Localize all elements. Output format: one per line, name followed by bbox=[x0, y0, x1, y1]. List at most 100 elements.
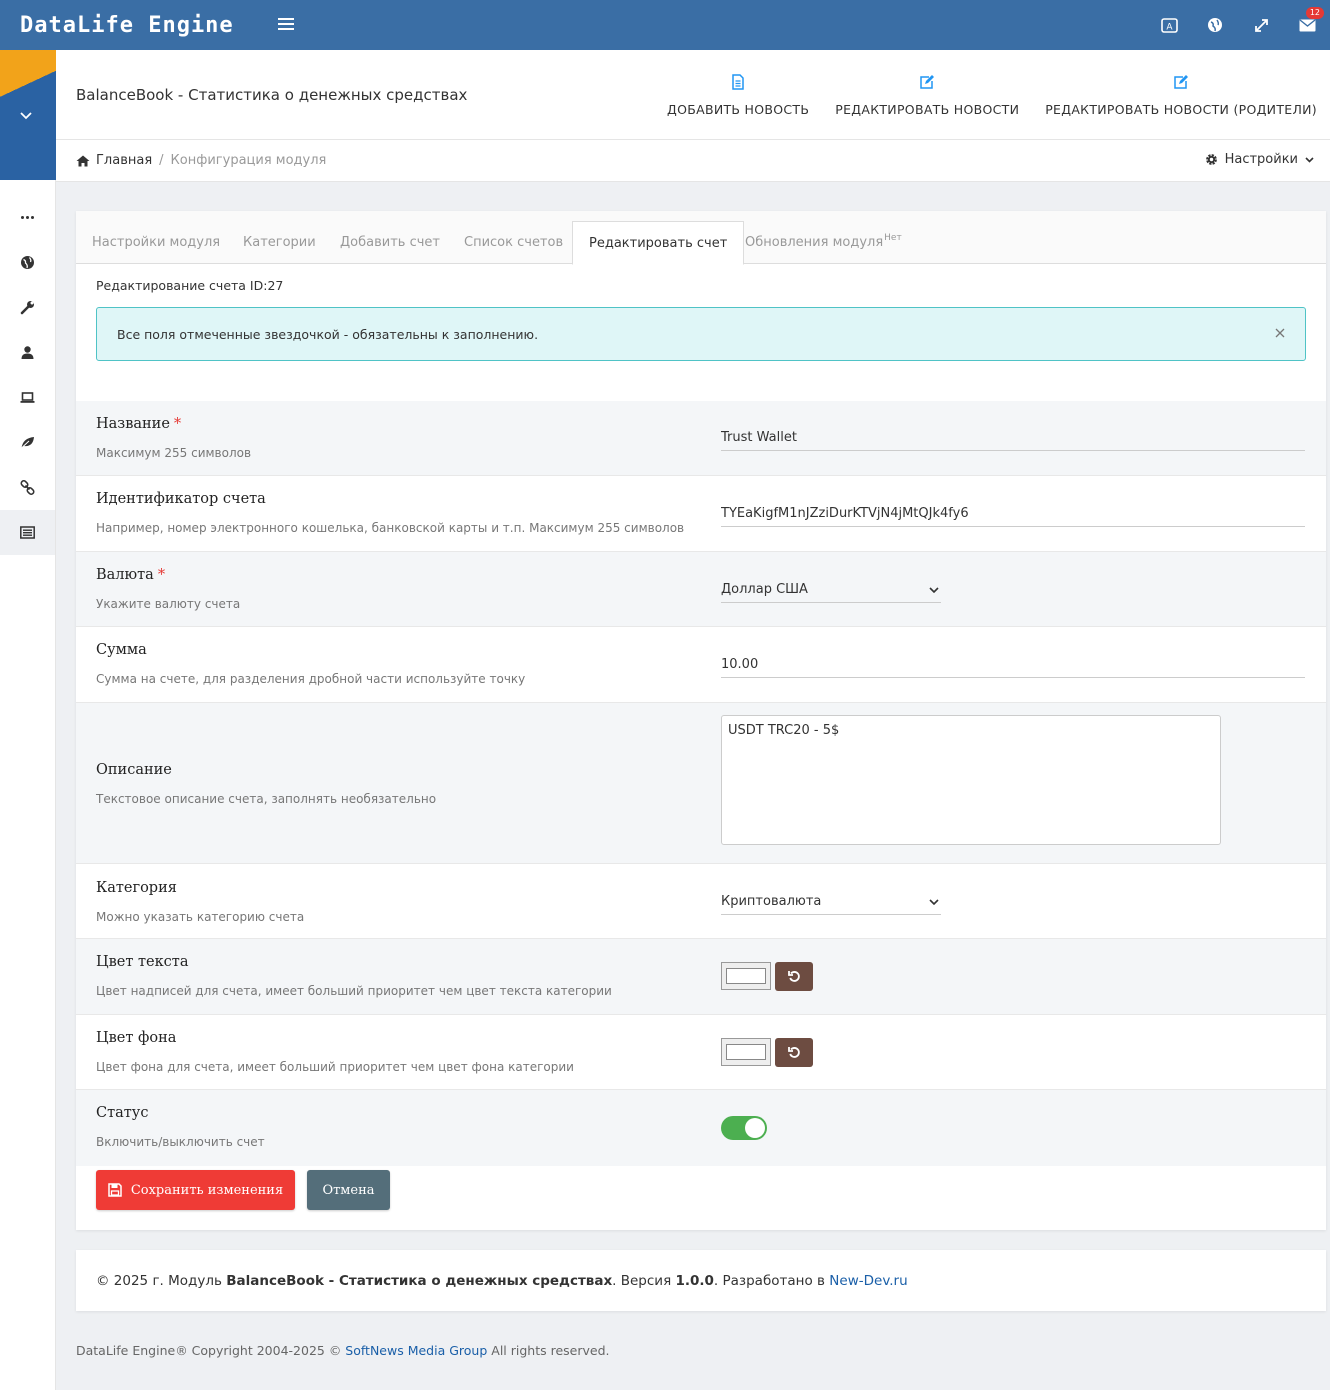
expand-icon bbox=[1254, 18, 1268, 32]
save-button-label: Сохранить изменения bbox=[130, 1182, 284, 1198]
chevron-down-icon bbox=[929, 586, 939, 593]
edit-news-button[interactable]: РЕДАКТИРОВАТЬ НОВОСТИ bbox=[822, 50, 1032, 140]
sidebar-item-modules[interactable] bbox=[0, 510, 55, 555]
edit-account-card: Настройки модуля Категории Добавить счет… bbox=[76, 211, 1326, 1230]
copyright: DataLife Engine® Copyright 2004-2025 © S… bbox=[76, 1343, 610, 1358]
field-description: Текстовое описание счета, заполнять необ… bbox=[96, 792, 437, 806]
breadcrumb-bar: Главная / Конфигурация модуля Настройки bbox=[56, 140, 1330, 182]
close-icon[interactable] bbox=[1275, 326, 1285, 342]
description-textarea[interactable]: USDT TRC20 - 5$ bbox=[721, 715, 1221, 845]
breadcrumb-home-label: Главная bbox=[96, 153, 153, 168]
copyright-suffix: All rights reserved. bbox=[487, 1343, 610, 1358]
add-news-label: ДОБАВИТЬ НОВОСТЬ bbox=[667, 101, 810, 117]
softnews-link[interactable]: SoftNews Media Group bbox=[345, 1343, 487, 1358]
name-input[interactable] bbox=[721, 425, 1305, 451]
chevron-down-icon bbox=[20, 108, 32, 124]
floppy-disk-icon bbox=[108, 1183, 122, 1197]
developer-link[interactable]: New-Dev.ru bbox=[829, 1273, 907, 1289]
tab-edit-account[interactable]: Редактировать счет bbox=[572, 221, 745, 265]
required-mark: * bbox=[157, 567, 166, 583]
undo-icon bbox=[787, 1047, 800, 1058]
top-navbar: DataLife Engine A 12 bbox=[0, 0, 1330, 50]
sidebar-item-tools[interactable] bbox=[0, 285, 55, 330]
add-news-button[interactable]: ДОБАВИТЬ НОВОСТЬ bbox=[654, 50, 822, 140]
chevron-down-icon bbox=[1305, 156, 1314, 163]
amount-input[interactable] bbox=[721, 652, 1305, 678]
messages-button[interactable]: 12 bbox=[1284, 0, 1330, 50]
sidebar-item-optimization[interactable] bbox=[0, 420, 55, 465]
category-selected-value: Криптовалюта bbox=[721, 894, 822, 909]
sidebar-item-integrations[interactable] bbox=[0, 465, 55, 510]
footer-dev-label: . Разработано в bbox=[713, 1272, 830, 1289]
text-color-reset-button[interactable] bbox=[775, 962, 813, 991]
account-id-input[interactable] bbox=[721, 501, 1305, 527]
field-description: Укажите валюту счета bbox=[96, 597, 241, 611]
breadcrumb-separator: / bbox=[159, 153, 164, 168]
messages-count-badge: 12 bbox=[1305, 7, 1324, 19]
page-header: BalanceBook - Статистика о денежных сред… bbox=[56, 50, 1330, 140]
cancel-button[interactable]: Отмена bbox=[307, 1170, 390, 1210]
brand-logo[interactable]: DataLife Engine bbox=[0, 13, 266, 38]
module-footer: © 2025 г. Модуль BalanceBook - Статистик… bbox=[76, 1250, 1326, 1311]
sidebar bbox=[0, 50, 56, 1390]
edit-icon bbox=[1174, 74, 1189, 89]
edit-icon bbox=[920, 74, 935, 89]
breadcrumb: Главная / Конфигурация модуля bbox=[56, 153, 326, 168]
settings-dropdown[interactable]: Настройки bbox=[1205, 152, 1314, 167]
tab-add-account[interactable]: Добавить счет bbox=[324, 221, 456, 264]
category-select[interactable]: Криптовалюта bbox=[721, 889, 941, 915]
field-row-amount: Сумма Сумма на счете, для разделения дро… bbox=[76, 627, 1326, 703]
tab-module-updates[interactable]: Обновления модуля Нет bbox=[729, 221, 918, 264]
undo-icon bbox=[787, 971, 800, 982]
required-mark: * bbox=[173, 416, 182, 432]
ellipsis-icon bbox=[21, 216, 34, 219]
currency-select[interactable]: Доллар США bbox=[721, 577, 941, 603]
field-row-text-color: Цвет текста Цвет надписей для счета, име… bbox=[76, 939, 1326, 1015]
view-site-button[interactable] bbox=[1192, 0, 1238, 50]
menu-toggle-button[interactable] bbox=[266, 15, 306, 36]
tab-label: Редактировать счет bbox=[589, 235, 728, 251]
sidebar-item-more[interactable] bbox=[0, 195, 55, 240]
fullscreen-button[interactable] bbox=[1238, 0, 1284, 50]
tab-accounts-list[interactable]: Список счетов bbox=[448, 221, 579, 264]
field-title: Идентификатор счета bbox=[96, 491, 266, 507]
bg-color-reset-button[interactable] bbox=[775, 1038, 813, 1067]
wrench-icon bbox=[20, 301, 34, 315]
tab-label: Настройки модуля bbox=[92, 235, 221, 250]
bg-color-picker[interactable] bbox=[721, 1038, 771, 1066]
sidebar-item-site[interactable] bbox=[0, 240, 55, 285]
footer-version: 1.0.0 bbox=[675, 1272, 714, 1289]
field-row-category: Категория Можно указать категорию счета … bbox=[76, 864, 1326, 939]
breadcrumb-home-link[interactable]: Главная bbox=[76, 153, 152, 168]
text-color-picker[interactable] bbox=[721, 962, 771, 990]
header-actions: ДОБАВИТЬ НОВОСТЬ РЕДАКТИРОВАТЬ НОВОСТИ Р… bbox=[654, 50, 1330, 140]
language-icon: A bbox=[1160, 17, 1178, 33]
save-button[interactable]: Сохранить изменения bbox=[96, 1170, 295, 1210]
cancel-button-label: Отмена bbox=[322, 1182, 375, 1198]
tab-categories[interactable]: Категории bbox=[227, 221, 332, 264]
home-icon bbox=[76, 155, 90, 166]
footer-version-label: . Версия bbox=[612, 1272, 676, 1289]
field-description: Включить/выключить счет bbox=[96, 1135, 265, 1149]
info-alert: Все поля отмеченные звездочкой - обязате… bbox=[96, 307, 1306, 361]
edit-news-label: РЕДАКТИРОВАТЬ НОВОСТИ bbox=[835, 101, 1020, 117]
field-title-text: Валюта bbox=[96, 567, 154, 583]
sidebar-logo[interactable] bbox=[0, 50, 56, 180]
form-rows: Название* Максимум 255 символов Идентифи… bbox=[76, 401, 1326, 1166]
user-icon bbox=[21, 346, 34, 359]
field-title-text: Название bbox=[96, 416, 170, 432]
copyright-prefix: DataLife Engine® Copyright 2004-2025 © bbox=[76, 1343, 346, 1358]
footer-prefix: © 2025 г. Модуль bbox=[96, 1272, 227, 1289]
language-button[interactable]: A bbox=[1146, 0, 1192, 50]
edit-news-parents-label: РЕДАКТИРОВАТЬ НОВОСТИ (РОДИТЕЛИ) bbox=[1045, 101, 1317, 117]
status-toggle[interactable] bbox=[721, 1116, 767, 1140]
sidebar-item-templates[interactable] bbox=[0, 375, 55, 420]
tab-module-settings[interactable]: Настройки модуля bbox=[76, 221, 236, 264]
field-row-account-id: Идентификатор счета Например, номер элек… bbox=[76, 476, 1326, 552]
edit-news-parents-button[interactable]: РЕДАКТИРОВАТЬ НОВОСТИ (РОДИТЕЛИ) bbox=[1032, 50, 1330, 140]
field-description: Максимум 255 символов bbox=[96, 446, 252, 460]
module-tabs: Настройки модуля Категории Добавить счет… bbox=[76, 211, 1326, 265]
field-row-status: Статус Включить/выключить счет bbox=[76, 1090, 1326, 1166]
breadcrumb-current: Конфигурация модуля bbox=[170, 153, 327, 168]
sidebar-item-users[interactable] bbox=[0, 330, 55, 375]
